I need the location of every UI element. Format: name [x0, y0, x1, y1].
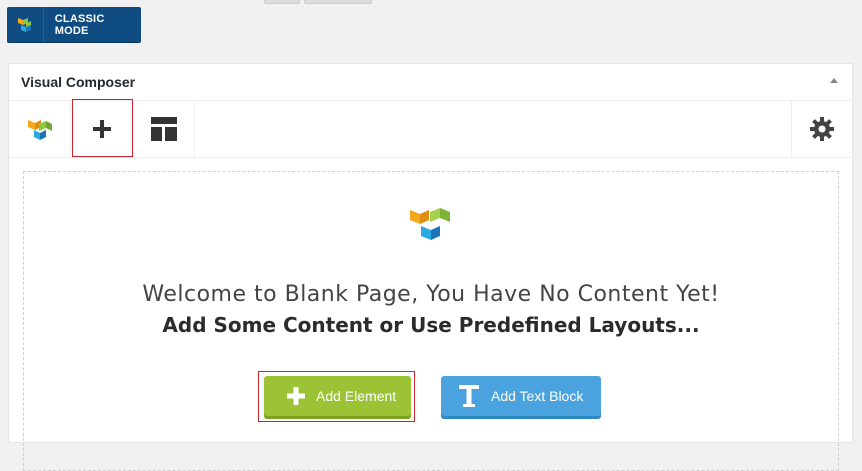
add-element-toolbar-button[interactable]	[71, 99, 133, 157]
top-tabs	[264, 0, 372, 4]
text-block-icon	[459, 385, 479, 407]
vc-logo-icon	[27, 120, 52, 140]
vc-logo-toolbar-item[interactable]	[9, 101, 71, 157]
vc-logo-icon	[407, 202, 457, 257]
panel-title: Visual Composer	[21, 74, 136, 90]
plus-icon	[287, 387, 305, 405]
welcome-subheading: Add Some Content or Use Predefined Layou…	[162, 313, 700, 337]
blank-page-canvas: Welcome to Blank Page, You Have No Conte…	[23, 171, 839, 471]
templates-toolbar-button[interactable]	[133, 101, 195, 157]
top-tab-1[interactable]	[264, 0, 300, 4]
welcome-heading: Welcome to Blank Page, You Have No Conte…	[142, 282, 720, 307]
highlight-box	[72, 99, 133, 157]
add-element-button[interactable]: Add Element	[264, 376, 411, 416]
visual-composer-panel: Visual Composer Welcome to Blank Page, Y…	[8, 63, 853, 471]
collapse-arrow-icon[interactable]	[830, 78, 838, 83]
classic-mode-button[interactable]: CLASSIC MODE	[7, 7, 141, 42]
add-text-block-button[interactable]: Add Text Block	[441, 376, 601, 416]
templates-icon	[150, 117, 177, 141]
add-element-label: Add Element	[316, 388, 397, 404]
classic-mode-label: CLASSIC MODE	[54, 12, 105, 37]
settings-toolbar-button[interactable]	[791, 101, 852, 157]
vc-logo-icon	[7, 7, 44, 42]
panel-header[interactable]: Visual Composer	[9, 64, 852, 101]
gear-icon	[810, 117, 834, 141]
top-tab-2[interactable]	[304, 0, 372, 4]
add-text-block-label: Add Text Block	[491, 388, 584, 404]
vc-toolbar	[9, 99, 852, 158]
